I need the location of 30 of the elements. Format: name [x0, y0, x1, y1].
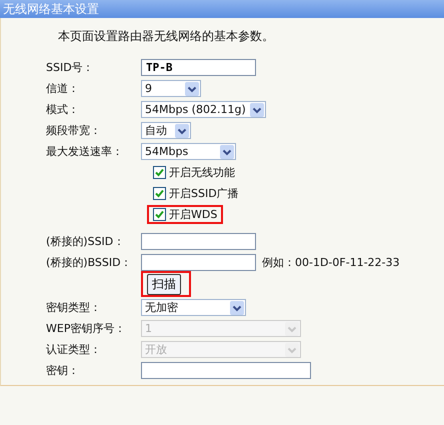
dropdown[interactable]: 54Mbps (802.11g) [141, 101, 266, 118]
field-label: 密钥类型： [46, 300, 102, 315]
field-label: 信道： [46, 81, 80, 96]
checkbox[interactable] [153, 208, 166, 221]
dropdown[interactable]: 自动 [141, 122, 191, 139]
hint-text: 例如：00-1D-0F-11-22-33 [262, 255, 400, 270]
checkbox-label: 开启WDS [169, 207, 218, 222]
checkbox-label: 开启无线功能 [169, 165, 235, 180]
field-label: 认证类型： [46, 342, 102, 357]
field-label: SSID号： [46, 60, 95, 75]
field-label: 密钥： [46, 363, 80, 378]
checkbox[interactable] [153, 187, 166, 200]
input-field[interactable]: TP-B [141, 59, 256, 76]
field-label: 模式： [46, 102, 80, 117]
dropdown[interactable]: 54Mbps [141, 143, 236, 160]
input-field[interactable] [141, 254, 256, 271]
field-label: WEP密钥序号： [46, 321, 126, 336]
field-label: (桥接的)SSID： [46, 234, 126, 249]
window-title: 无线网络基本设置 [0, 0, 444, 18]
dropdown[interactable]: 无加密 [141, 299, 246, 316]
checkbox-label: 开启SSID广播 [169, 186, 239, 201]
field-label: 最大发送速率： [46, 144, 124, 159]
scan-button[interactable]: 扫描 [147, 274, 181, 295]
input-field[interactable] [141, 362, 311, 379]
dropdown[interactable]: 9 [141, 80, 201, 97]
field-label: 频段带宽： [46, 123, 102, 138]
input-field[interactable] [141, 233, 256, 250]
field-label: (桥接的)BSSID： [46, 255, 133, 270]
checkbox[interactable] [153, 166, 166, 179]
description-text: 本页面设置路由器无线网络的基本参数。 [58, 28, 275, 45]
